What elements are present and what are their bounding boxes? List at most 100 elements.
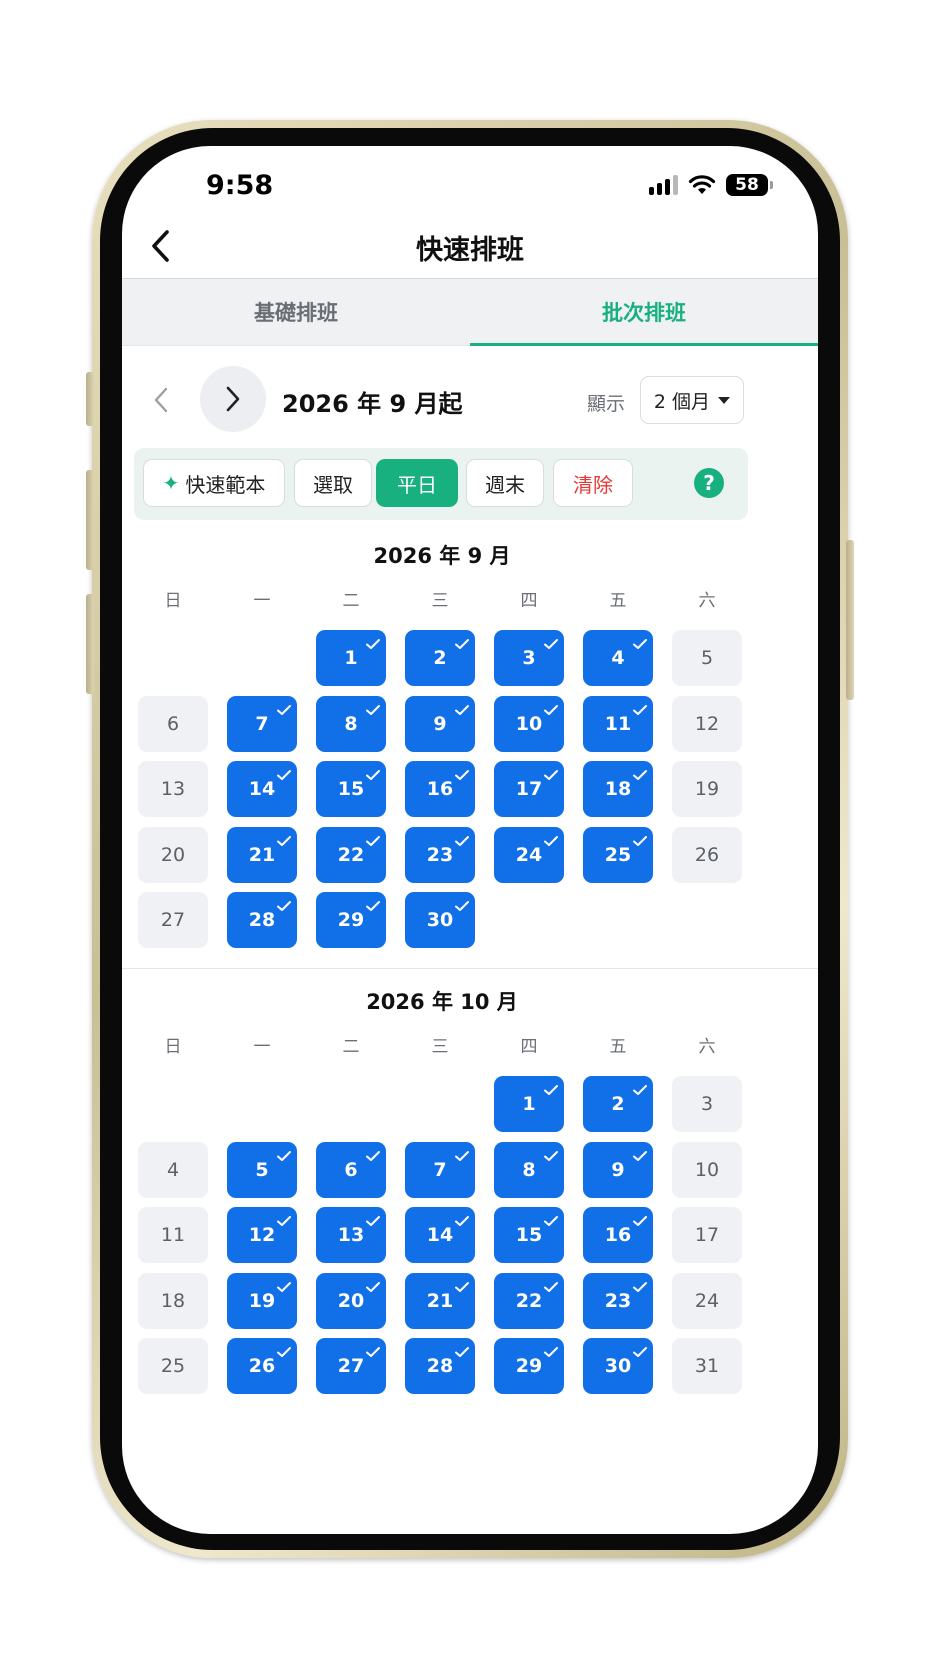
screen: 9:58 58 快速排班 基礎排班 批次排班 2026 年 9 月起 顯示 2 … (122, 146, 818, 1534)
day-cell[interactable]: 11 (138, 1207, 208, 1263)
day-number: 17 (515, 778, 543, 800)
day-cell-selected[interactable]: 4 (583, 630, 653, 686)
day-cell-selected[interactable]: 1 (316, 630, 386, 686)
day-cell-selected[interactable]: 8 (316, 696, 386, 752)
day-cell-selected[interactable]: 16 (405, 761, 475, 817)
day-cell-selected[interactable]: 7 (405, 1142, 475, 1198)
month-count-select[interactable]: 2 個月 (640, 376, 744, 424)
tab-batch-schedule[interactable]: 批次排班 (470, 279, 818, 346)
day-cell-selected[interactable]: 23 (405, 827, 475, 883)
day-cell-selected[interactable]: 21 (405, 1273, 475, 1329)
day-cell-selected[interactable]: 29 (494, 1338, 564, 1394)
day-cell-selected[interactable]: 30 (405, 892, 475, 948)
battery-icon: 58 (726, 174, 773, 196)
day-cell[interactable]: 18 (138, 1273, 208, 1329)
day-cell[interactable]: 31 (672, 1338, 742, 1394)
day-cell-selected[interactable]: 24 (494, 827, 564, 883)
checkmark-icon (454, 1145, 470, 1161)
day-cell-selected[interactable]: 19 (227, 1273, 297, 1329)
day-cell-selected[interactable]: 8 (494, 1142, 564, 1198)
day-cell-selected[interactable]: 6 (316, 1142, 386, 1198)
checkmark-icon (276, 699, 292, 715)
day-cell[interactable]: 19 (672, 761, 742, 817)
day-cell-selected[interactable]: 28 (405, 1338, 475, 1394)
day-cell-selected[interactable]: 15 (494, 1207, 564, 1263)
weekdays-button[interactable]: 平日 (376, 459, 458, 507)
day-cell[interactable]: 24 (672, 1273, 742, 1329)
day-cell-selected[interactable]: 22 (494, 1273, 564, 1329)
day-cell[interactable]: 10 (672, 1142, 742, 1198)
day-number: 8 (344, 713, 358, 735)
day-cell-selected[interactable]: 2 (405, 630, 475, 686)
day-cell-selected[interactable]: 25 (583, 827, 653, 883)
checkmark-icon (632, 1276, 648, 1292)
day-number: 29 (337, 909, 365, 931)
day-cell-selected[interactable]: 14 (405, 1207, 475, 1263)
day-cell-selected[interactable]: 14 (227, 761, 297, 817)
day-cell[interactable]: 3 (672, 1076, 742, 1132)
checkmark-icon (276, 764, 292, 780)
day-cell-selected[interactable]: 12 (227, 1207, 297, 1263)
month-title: 2026 年 9 月 (373, 544, 511, 568)
day-cell[interactable]: 6 (138, 696, 208, 752)
day-cell[interactable]: 13 (138, 761, 208, 817)
day-cell-selected[interactable]: 2 (583, 1076, 653, 1132)
day-cell-selected[interactable]: 18 (583, 761, 653, 817)
weekday-label: 日 (164, 1037, 182, 1057)
day-cell-selected[interactable]: 1 (494, 1076, 564, 1132)
checkmark-icon (543, 830, 559, 846)
day-cell[interactable]: 25 (138, 1338, 208, 1394)
day-cell-selected[interactable]: 22 (316, 827, 386, 883)
weekday-label: 二 (342, 1037, 360, 1057)
day-cell-selected[interactable]: 9 (583, 1142, 653, 1198)
help-icon[interactable]: ? (694, 468, 724, 498)
checkmark-icon (543, 633, 559, 649)
day-cell-selected[interactable]: 13 (316, 1207, 386, 1263)
day-cell[interactable]: 5 (672, 630, 742, 686)
day-cell-selected[interactable]: 30 (583, 1338, 653, 1394)
day-cell[interactable]: 20 (138, 827, 208, 883)
next-month-button[interactable] (200, 366, 266, 432)
day-number: 14 (248, 778, 276, 800)
day-cell-selected[interactable]: 29 (316, 892, 386, 948)
day-cell-selected[interactable]: 20 (316, 1273, 386, 1329)
checkmark-icon (454, 895, 470, 911)
weekend-button[interactable]: 週末 (466, 459, 544, 507)
select-button[interactable]: 選取 (294, 459, 372, 507)
day-cell[interactable]: 26 (672, 827, 742, 883)
checkmark-icon (543, 1210, 559, 1226)
day-cell-selected[interactable]: 15 (316, 761, 386, 817)
day-number: 2 (611, 1093, 625, 1115)
day-cell-selected[interactable]: 7 (227, 696, 297, 752)
clear-button[interactable]: 清除 (553, 459, 633, 507)
day-number: 12 (248, 1224, 276, 1246)
day-cell-selected[interactable]: 17 (494, 761, 564, 817)
day-cell-selected[interactable]: 26 (227, 1338, 297, 1394)
day-cell[interactable]: 27 (138, 892, 208, 948)
day-number: 16 (426, 778, 454, 800)
day-number: 16 (604, 1224, 632, 1246)
day-number: 23 (604, 1290, 632, 1312)
day-cell-selected[interactable]: 28 (227, 892, 297, 948)
checkmark-icon (276, 830, 292, 846)
day-cell-selected[interactable]: 5 (227, 1142, 297, 1198)
day-cell-selected[interactable]: 16 (583, 1207, 653, 1263)
day-cell-selected[interactable]: 27 (316, 1338, 386, 1394)
day-cell-selected[interactable]: 10 (494, 696, 564, 752)
tab-basic-schedule[interactable]: 基礎排班 (122, 279, 470, 345)
day-cell[interactable]: 17 (672, 1207, 742, 1263)
weekday-label: 四 (520, 591, 538, 611)
previous-month-button[interactable] (144, 378, 178, 422)
day-cell-selected[interactable]: 21 (227, 827, 297, 883)
day-cell-selected[interactable]: 9 (405, 696, 475, 752)
checkmark-icon (365, 1210, 381, 1226)
day-cell-selected[interactable]: 11 (583, 696, 653, 752)
caret-down-icon (718, 396, 731, 404)
quick-template-button[interactable]: ✦ 快速範本 (143, 459, 285, 507)
checkmark-icon (454, 699, 470, 715)
day-cell-selected[interactable]: 23 (583, 1273, 653, 1329)
day-cell[interactable]: 12 (672, 696, 742, 752)
weekday-label: 四 (520, 1037, 538, 1057)
day-cell[interactable]: 4 (138, 1142, 208, 1198)
day-cell-selected[interactable]: 3 (494, 630, 564, 686)
